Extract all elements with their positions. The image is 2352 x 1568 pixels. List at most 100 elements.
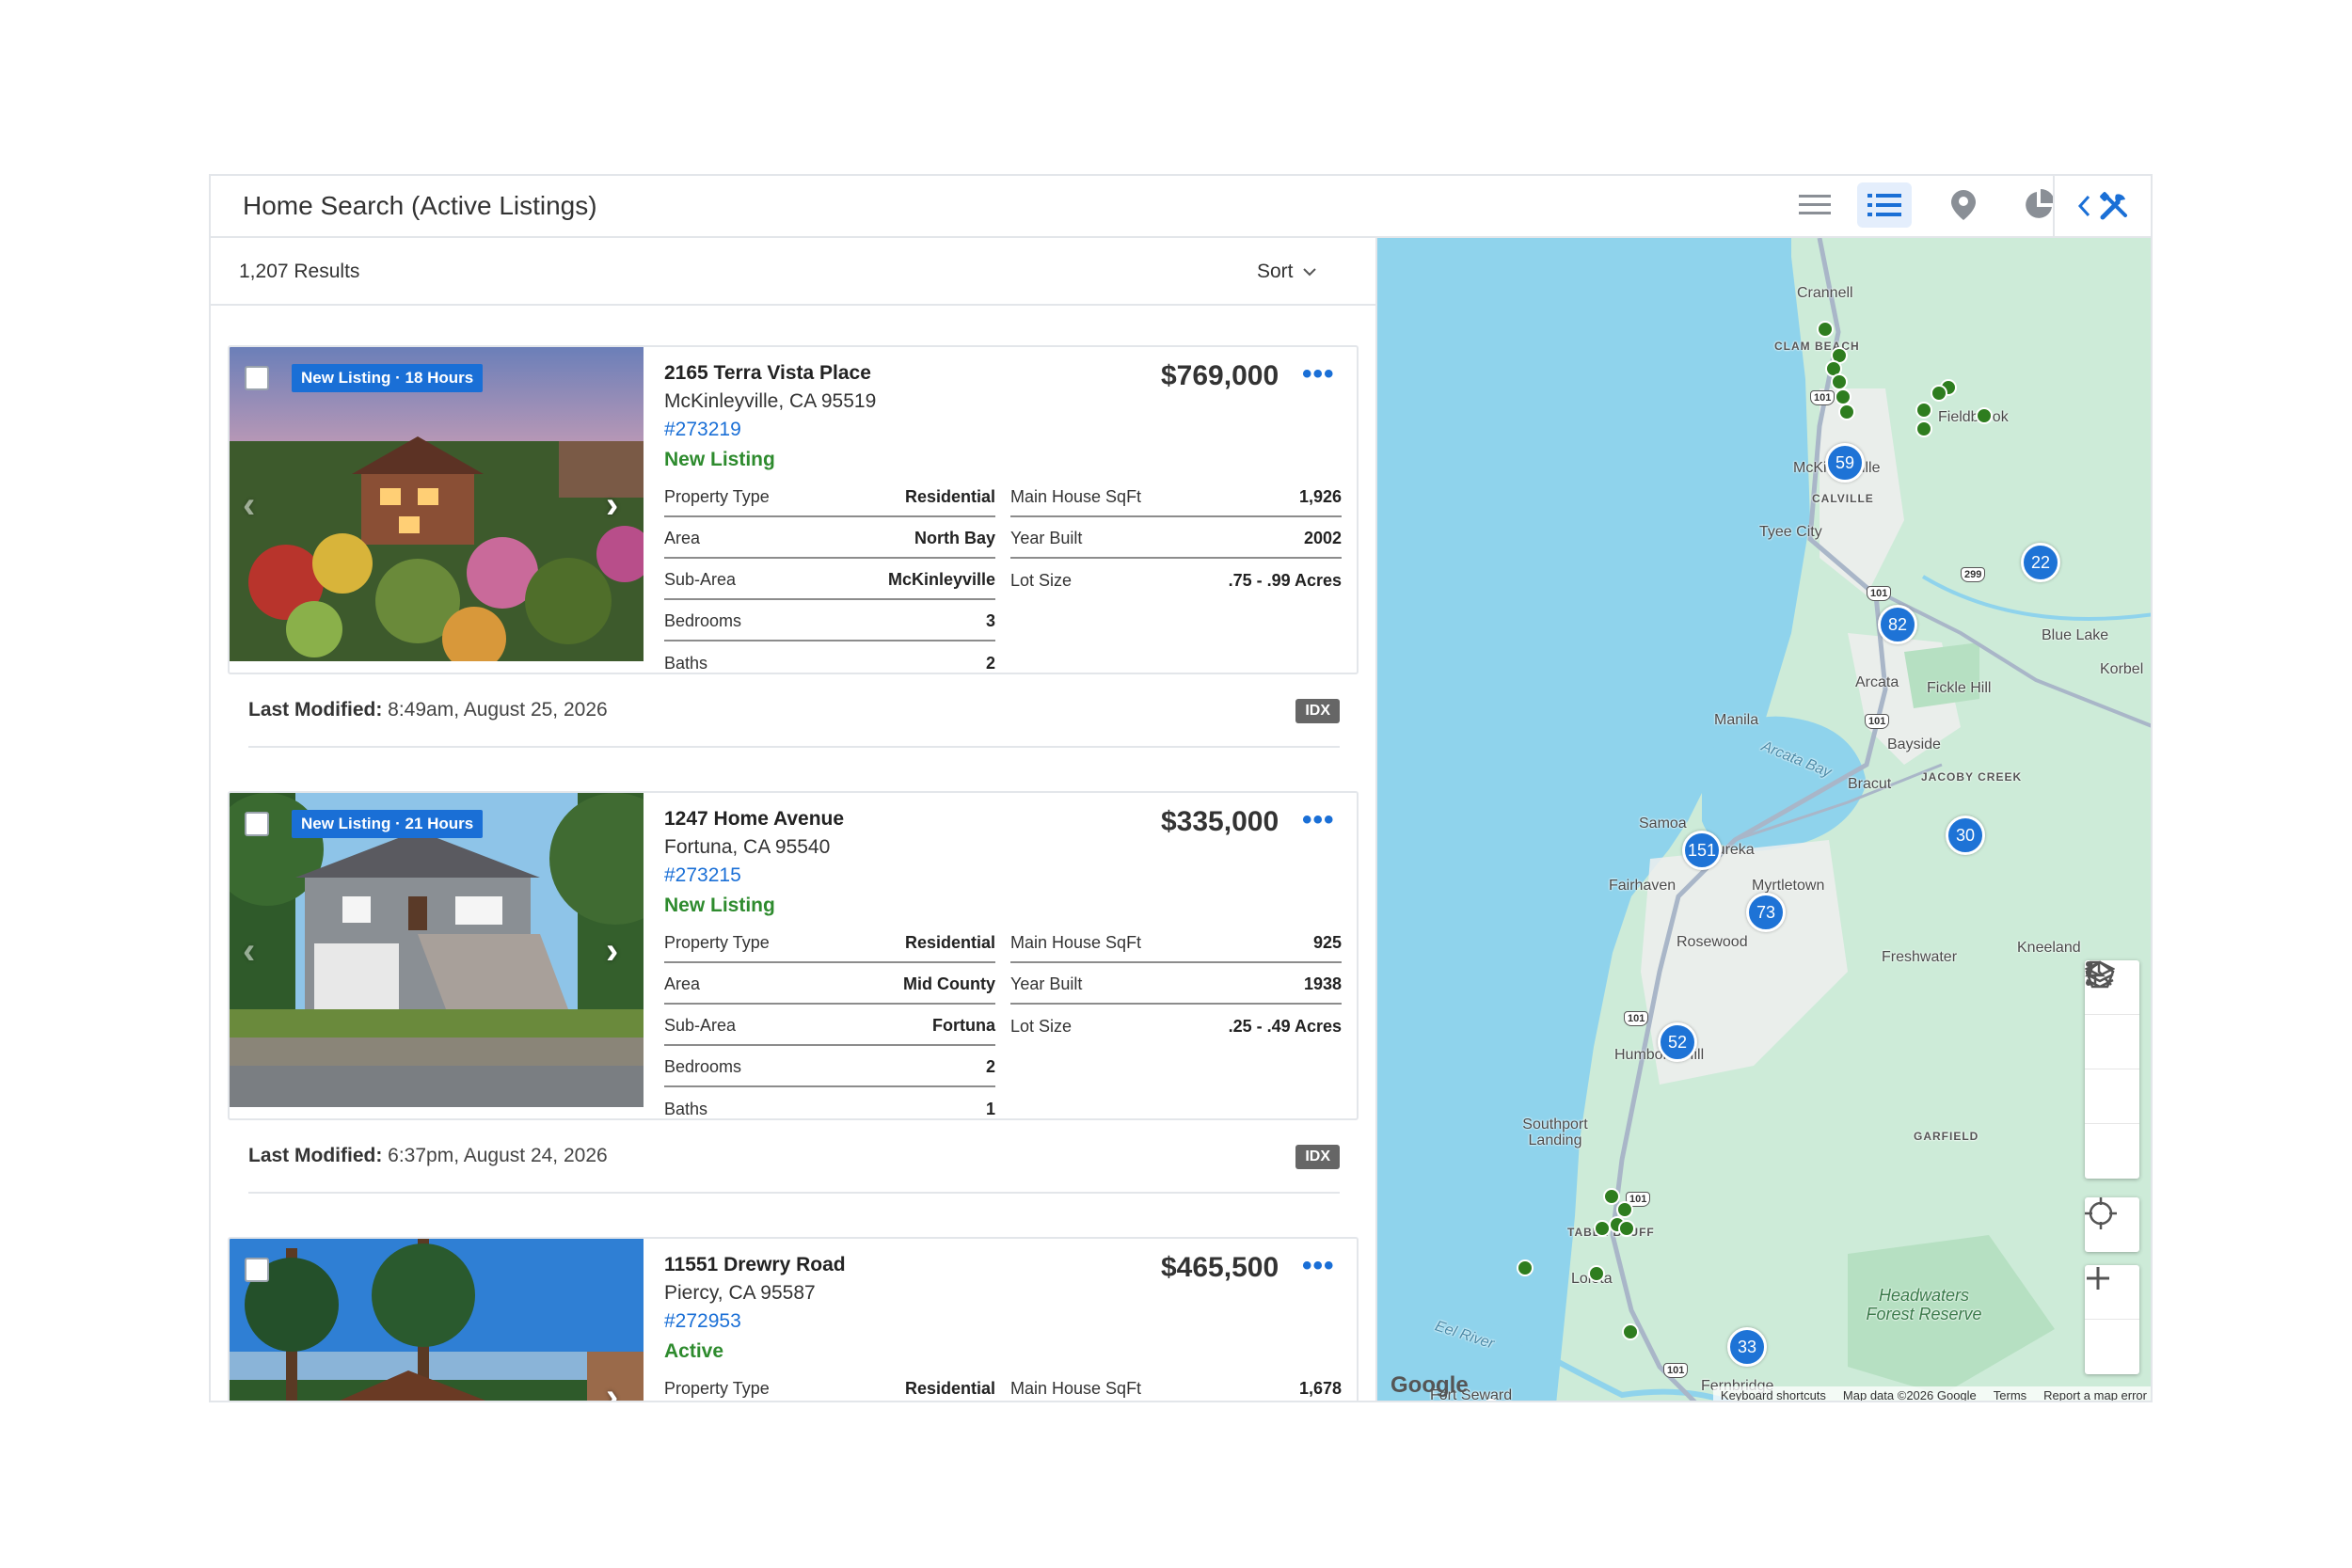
listing-cluster[interactable]: 73 xyxy=(1746,893,1786,932)
photo-next-arrow[interactable]: › xyxy=(606,484,618,527)
map-place-label: Tyee City xyxy=(1759,524,1822,540)
highway-shield: 101 xyxy=(1810,390,1836,405)
detailed-list-view-icon xyxy=(1867,194,1901,216)
map-place-label: Korbel xyxy=(2100,661,2144,677)
listing-mls-link[interactable]: #273215 xyxy=(664,864,1342,887)
listing-cluster[interactable]: 151 xyxy=(1682,831,1722,870)
listing-pin[interactable] xyxy=(1603,1188,1620,1205)
map-place-label: Fickle Hill xyxy=(1927,680,1992,696)
listing-pin[interactable] xyxy=(1517,1259,1534,1276)
report-map-error-link[interactable]: Report a map error xyxy=(2043,1388,2147,1401)
listing-pin[interactable] xyxy=(1622,1323,1639,1340)
listing-more-menu[interactable]: ••• xyxy=(1302,804,1335,836)
terms-link[interactable]: Terms xyxy=(1994,1388,2026,1401)
map-place-label: Manila xyxy=(1714,712,1759,728)
photo-next-arrow[interactable]: › xyxy=(606,930,618,973)
map-view-button[interactable] xyxy=(1936,182,1991,228)
listing-card[interactable]: › 11551 Drewry Road Piercy, CA 95587 #27… xyxy=(228,1237,1359,1401)
draw-tools-control xyxy=(2085,960,2139,1179)
map-place-label: Blue Lake xyxy=(2042,627,2109,643)
listing-card[interactable]: New Listing · 21 Hours ‹ › 1247 Home Ave… xyxy=(228,791,1359,1120)
spec-row: Lot Size .25 - .49 Acres xyxy=(1010,1017,1342,1036)
listing-pin[interactable] xyxy=(1931,385,1947,402)
detailed-list-view-button[interactable] xyxy=(1857,182,1912,228)
listing-pin[interactable] xyxy=(1817,321,1834,338)
map-data-credit: Map data ©2026 Google xyxy=(1842,1388,1977,1402)
listing-3: › 11551 Drewry Road Piercy, CA 95587 #27… xyxy=(228,1237,1359,1401)
listing-pin[interactable] xyxy=(1838,404,1855,420)
highway-shield: 101 xyxy=(1663,1363,1689,1378)
minus-icon xyxy=(2087,1276,2109,1280)
map-place-label: Freshwater xyxy=(1882,949,1958,965)
zoom-control xyxy=(2085,1265,2139,1374)
listing-cluster[interactable]: 52 xyxy=(1658,1022,1697,1062)
map-attribution: Keyboard shortcuts Map data ©2026 Google… xyxy=(1712,1386,2151,1402)
zoom-out-button[interactable] xyxy=(2085,1276,2139,1374)
highway-shield: 101 xyxy=(1867,586,1892,601)
listing-photo[interactable]: › xyxy=(230,1239,644,1401)
my-location-button[interactable] xyxy=(2085,1197,2139,1252)
listing-cluster[interactable]: 22 xyxy=(2021,543,2060,582)
listing-pin[interactable] xyxy=(1594,1220,1611,1237)
listing-pin[interactable] xyxy=(1915,402,1932,419)
sort-label: Sort xyxy=(1257,261,1294,282)
spec-row: Year Built 2002 xyxy=(1010,518,1342,559)
home-search-window: Home Search (Active Listings) 1,207 Resu… xyxy=(209,174,2153,1402)
spec-row: Main House SqFt 1,926 xyxy=(1010,477,1342,517)
map-place-label: Fieldbrook xyxy=(1938,409,2009,425)
map-place-label: Kneeland xyxy=(2017,940,2081,956)
listing-address-line2: Piercy, CA 95587 xyxy=(664,1282,816,1304)
listing-status: New Listing xyxy=(664,449,775,470)
page-title: Home Search (Active Listings) xyxy=(243,191,597,220)
map-place-label: CALVILLE xyxy=(1812,492,1874,505)
spec-row: Baths 2 xyxy=(664,654,995,673)
highway-shield: 101 xyxy=(1865,714,1890,729)
more-map-options-button[interactable] xyxy=(2085,961,2139,1179)
listing-cluster[interactable]: 33 xyxy=(1727,1327,1767,1367)
map-panel[interactable]: Crannell CLAM BEACH Fieldbrook McKinleyv… xyxy=(1377,238,2151,1402)
listing-photo[interactable]: New Listing · 18 Hours ‹ › xyxy=(230,347,644,661)
listing-pin[interactable] xyxy=(1915,420,1932,437)
listing-card[interactable]: New Listing · 18 Hours ‹ › 2165 Terra Vi… xyxy=(228,345,1359,674)
keyboard-shortcuts-link[interactable]: Keyboard shortcuts xyxy=(1721,1388,1826,1401)
listing-mls-link[interactable]: #272953 xyxy=(664,1310,1342,1333)
listing-more-menu[interactable]: ••• xyxy=(1302,1250,1335,1282)
listing-cluster[interactable]: 59 xyxy=(1825,443,1865,483)
listing-cluster[interactable]: 30 xyxy=(1946,816,1985,855)
spec-row: Baths 1 xyxy=(664,1100,995,1118)
tools-panel-toggle[interactable] xyxy=(2053,176,2151,236)
map-background xyxy=(1377,238,2151,1401)
map-place-label: Samoa xyxy=(1639,816,1687,832)
listing-pin[interactable] xyxy=(1618,1220,1635,1237)
listing-pin[interactable] xyxy=(1831,373,1848,390)
highway-shield: 101 xyxy=(1624,1011,1649,1026)
chevron-left-icon xyxy=(2077,195,2090,217)
photo-prev-arrow[interactable]: ‹ xyxy=(243,484,255,527)
spec-row: Main House SqFt 925 xyxy=(1010,923,1342,963)
listing-pin[interactable] xyxy=(1835,388,1851,405)
polygon-tool-button[interactable] xyxy=(2085,960,2139,1069)
select-listing-checkbox[interactable] xyxy=(245,366,269,390)
tools-icon xyxy=(2100,192,2127,220)
listing-more-menu[interactable]: ••• xyxy=(1302,358,1335,390)
header-bar: Home Search (Active Listings) xyxy=(211,176,2151,238)
results-panel: 1,207 Results Sort New Listing · 18 Hour… xyxy=(211,238,1377,1401)
layers-button[interactable] xyxy=(2085,960,2139,1124)
list-view-button[interactable] xyxy=(1788,182,1842,228)
listing-cluster[interactable]: 82 xyxy=(1878,605,1917,644)
listing-photo[interactable]: New Listing · 21 Hours ‹ › xyxy=(230,793,644,1107)
photo-next-arrow[interactable]: › xyxy=(606,1376,618,1401)
listing-mls-link[interactable]: #273219 xyxy=(664,419,1342,441)
select-listing-checkbox[interactable] xyxy=(245,1258,269,1282)
photo-prev-arrow[interactable]: ‹ xyxy=(243,930,255,973)
map-park-label: Headwaters Forest Reserve xyxy=(1866,1286,1982,1323)
list-view-icon xyxy=(1799,195,1831,214)
listing-pin[interactable] xyxy=(1588,1265,1605,1282)
listing-price: $465,500 xyxy=(1161,1252,1279,1283)
crosshair-icon xyxy=(2085,1197,2117,1229)
select-listing-checkbox[interactable] xyxy=(245,812,269,836)
listing-pin[interactable] xyxy=(1976,407,1993,424)
house-photo-image xyxy=(230,793,644,1107)
sort-dropdown[interactable]: Sort xyxy=(1257,261,1316,283)
spec-row: Property Type Residential xyxy=(664,477,995,517)
